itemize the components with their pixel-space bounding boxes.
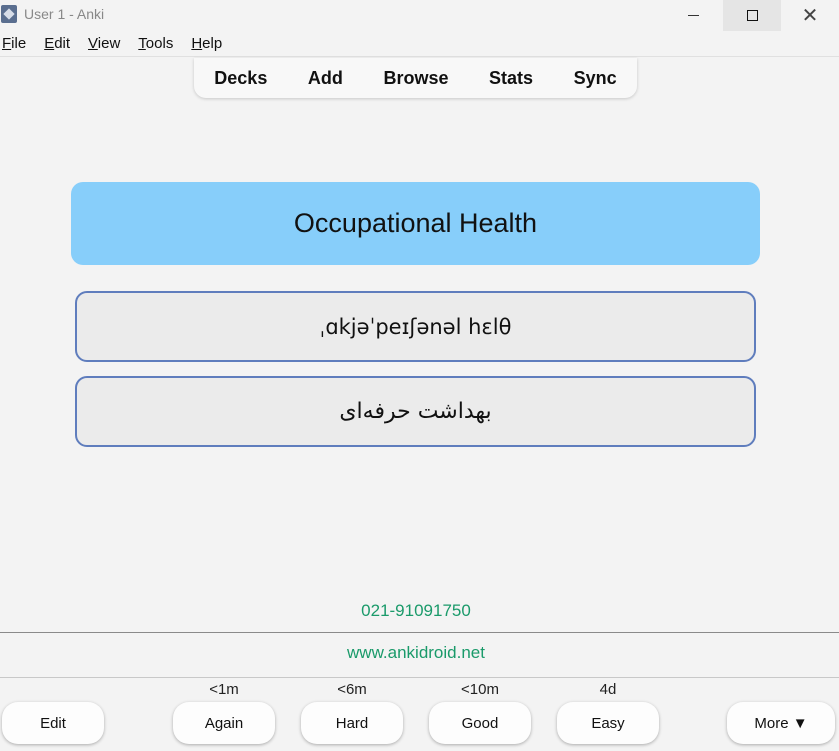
menu-help[interactable]: Help xyxy=(191,35,222,55)
minimize-button[interactable] xyxy=(664,0,722,31)
menu-file[interactable]: File xyxy=(2,35,26,55)
title-bar: User 1 - Anki ✕ xyxy=(0,0,839,31)
toolbar-decks-link[interactable]: Decks xyxy=(214,68,267,89)
toolbar-add-link[interactable]: Add xyxy=(308,68,343,89)
hard-button[interactable]: Hard xyxy=(301,702,403,744)
again-interval: <1m xyxy=(209,681,239,698)
footer-phone: 021-91091750 xyxy=(361,601,471,620)
easy-button[interactable]: Easy xyxy=(557,702,659,744)
more-button[interactable]: More ▼ xyxy=(727,702,835,744)
menu-divider xyxy=(0,56,839,57)
menu-view[interactable]: View xyxy=(88,35,120,55)
maximize-button[interactable] xyxy=(723,0,781,31)
pronunciation-text: ˌɑkjəˈpeɪʃənəl hɛlθ xyxy=(319,314,512,339)
card-pronunciation-box: ˌɑkjəˈpeɪʃənəl hɛlθ xyxy=(75,291,756,362)
answer-bar xyxy=(0,677,839,751)
easy-interval: 4d xyxy=(599,681,617,698)
card-front-title: Occupational Health xyxy=(71,182,760,265)
good-interval: <10m xyxy=(461,681,499,698)
menu-tools[interactable]: Tools xyxy=(138,35,173,55)
close-icon: ✕ xyxy=(801,4,819,27)
good-button[interactable]: Good xyxy=(429,702,531,744)
again-button[interactable]: Again xyxy=(173,702,275,744)
footer-website-link[interactable]: www.ankidroid.net xyxy=(0,643,832,663)
card-divider xyxy=(0,632,839,633)
edit-button[interactable]: Edit xyxy=(2,702,104,744)
toolbar-stats-link[interactable]: Stats xyxy=(489,68,533,89)
minimize-icon xyxy=(687,15,699,16)
hard-interval: <6m xyxy=(337,681,367,698)
close-button[interactable]: ✕ xyxy=(781,0,839,31)
window-title: User 1 - Anki xyxy=(24,6,105,22)
translation-text: بهداشت حرفه‌ای xyxy=(339,399,492,424)
menu-edit[interactable]: Edit xyxy=(44,35,70,55)
maximize-icon xyxy=(746,10,758,21)
anki-app-icon xyxy=(1,5,17,23)
menu-bar: File Edit View Tools Help xyxy=(0,35,240,55)
main-toolbar: Decks Add Browse Stats Sync xyxy=(194,58,637,98)
toolbar-browse-link[interactable]: Browse xyxy=(383,68,448,89)
card-translation-box: بهداشت حرفه‌ای xyxy=(75,376,756,447)
toolbar-sync-link[interactable]: Sync xyxy=(574,68,617,89)
